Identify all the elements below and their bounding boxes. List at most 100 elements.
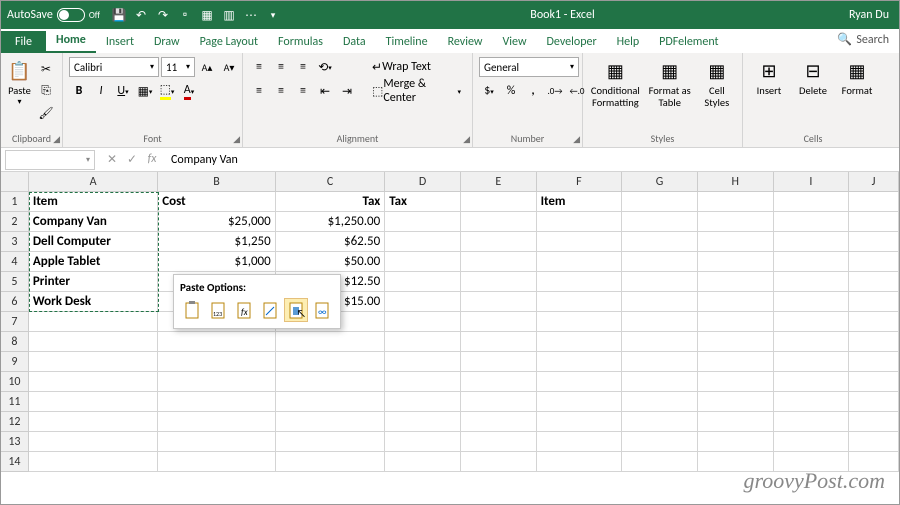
cell[interactable]: Item — [29, 192, 158, 212]
cell[interactable] — [622, 292, 698, 312]
cell[interactable]: Cost — [158, 192, 275, 212]
cell[interactable] — [537, 392, 623, 412]
cell[interactable] — [29, 392, 158, 412]
cell[interactable]: $1,250 — [158, 232, 275, 252]
cell[interactable] — [461, 232, 537, 252]
cell[interactable] — [461, 292, 537, 312]
cell[interactable] — [849, 332, 899, 352]
row-header[interactable]: 5 — [1, 272, 29, 292]
row-header[interactable]: 2 — [1, 212, 29, 232]
row-header[interactable]: 9 — [1, 352, 29, 372]
row-header[interactable]: 14 — [1, 452, 29, 472]
cell[interactable] — [461, 332, 537, 352]
cell[interactable] — [849, 432, 899, 452]
cell[interactable] — [774, 392, 850, 412]
format-as-table-button[interactable]: ▦ Format as Table — [646, 57, 694, 108]
comma-format-icon[interactable]: , — [523, 81, 543, 101]
tab-file[interactable]: File — [1, 31, 46, 53]
align-left-icon[interactable]: ≡ — [249, 81, 269, 101]
cell[interactable] — [461, 272, 537, 292]
decrease-font-icon[interactable]: A▾ — [219, 57, 239, 77]
cell[interactable] — [849, 292, 899, 312]
undo-icon[interactable]: ↶ — [132, 6, 150, 24]
cell[interactable] — [849, 372, 899, 392]
orientation-icon[interactable]: ⟲▾ — [315, 57, 335, 77]
increase-decimal-icon[interactable]: .0→ — [545, 81, 565, 101]
cancel-formula-icon[interactable]: ✕ — [103, 152, 121, 167]
row-header[interactable]: 1 — [1, 192, 29, 212]
cell[interactable] — [537, 252, 623, 272]
column-header[interactable]: C — [276, 172, 386, 192]
cell[interactable] — [158, 372, 275, 392]
increase-indent-icon[interactable]: ⇥ — [337, 81, 357, 101]
cell[interactable] — [385, 392, 461, 412]
cell-styles-button[interactable]: ▦ Cell Styles — [698, 57, 736, 108]
cell[interactable] — [622, 312, 698, 332]
column-header[interactable]: A — [29, 172, 158, 192]
cell[interactable] — [385, 232, 461, 252]
cell[interactable] — [385, 352, 461, 372]
cell[interactable] — [158, 352, 275, 372]
formula-input[interactable]: Company Van — [165, 153, 899, 167]
cell[interactable] — [849, 212, 899, 232]
cell[interactable]: Work Desk — [29, 292, 158, 312]
cell[interactable]: $1,000 — [158, 252, 275, 272]
number-format-dropdown[interactable]: General▾ — [479, 57, 579, 77]
percent-format-icon[interactable]: % — [501, 81, 521, 101]
cell[interactable] — [849, 232, 899, 252]
row-header[interactable]: 7 — [1, 312, 29, 332]
row-header[interactable]: 13 — [1, 432, 29, 452]
fill-color-icon[interactable]: ⬚▾ — [157, 81, 177, 101]
cell[interactable] — [537, 312, 623, 332]
cell[interactable] — [29, 412, 158, 432]
insert-cells-button[interactable]: ⊞Insert — [749, 57, 789, 97]
tab-review[interactable]: Review — [438, 31, 493, 53]
cell[interactable] — [276, 372, 386, 392]
cell[interactable] — [29, 432, 158, 452]
cell[interactable] — [276, 332, 386, 352]
column-header[interactable]: G — [622, 172, 698, 192]
cell[interactable] — [698, 232, 774, 252]
cell[interactable] — [537, 412, 623, 432]
cell[interactable] — [537, 332, 623, 352]
cell[interactable] — [385, 412, 461, 432]
cell[interactable] — [698, 252, 774, 272]
cell[interactable] — [622, 272, 698, 292]
cell[interactable] — [461, 432, 537, 452]
column-header[interactable]: E — [461, 172, 537, 192]
font-name-dropdown[interactable]: Calibri▾ — [69, 57, 159, 77]
cell[interactable] — [537, 352, 623, 372]
cell[interactable] — [774, 252, 850, 272]
cell[interactable] — [774, 272, 850, 292]
qat-icon[interactable]: ▦ — [198, 6, 216, 24]
cell[interactable] — [385, 212, 461, 232]
qat-icon[interactable]: ▫ — [176, 6, 194, 24]
cell[interactable] — [774, 332, 850, 352]
align-bottom-icon[interactable]: ≡ — [293, 57, 313, 77]
cell[interactable] — [537, 212, 623, 232]
cell[interactable] — [698, 432, 774, 452]
cell[interactable]: Dell Computer — [29, 232, 158, 252]
cell[interactable]: Tax — [385, 192, 461, 212]
cell[interactable] — [158, 392, 275, 412]
cell[interactable] — [461, 212, 537, 232]
cell[interactable]: Apple Tablet — [29, 252, 158, 272]
cut-icon[interactable]: ✂ — [36, 59, 56, 79]
cell[interactable] — [698, 192, 774, 212]
cell[interactable] — [698, 312, 774, 332]
tab-developer[interactable]: Developer — [537, 31, 607, 53]
align-middle-icon[interactable]: ≡ — [271, 57, 291, 77]
paste-button[interactable]: 📋 Paste ▾ — [7, 57, 32, 107]
column-header[interactable]: H — [698, 172, 774, 192]
cell[interactable] — [698, 372, 774, 392]
cell[interactable] — [461, 352, 537, 372]
cell[interactable] — [622, 212, 698, 232]
cell[interactable] — [276, 352, 386, 372]
cell[interactable] — [849, 272, 899, 292]
cell[interactable] — [158, 412, 275, 432]
cell[interactable] — [537, 232, 623, 252]
cell[interactable]: Tax — [276, 192, 386, 212]
cell[interactable] — [385, 252, 461, 272]
cell[interactable] — [698, 332, 774, 352]
cell[interactable] — [774, 212, 850, 232]
